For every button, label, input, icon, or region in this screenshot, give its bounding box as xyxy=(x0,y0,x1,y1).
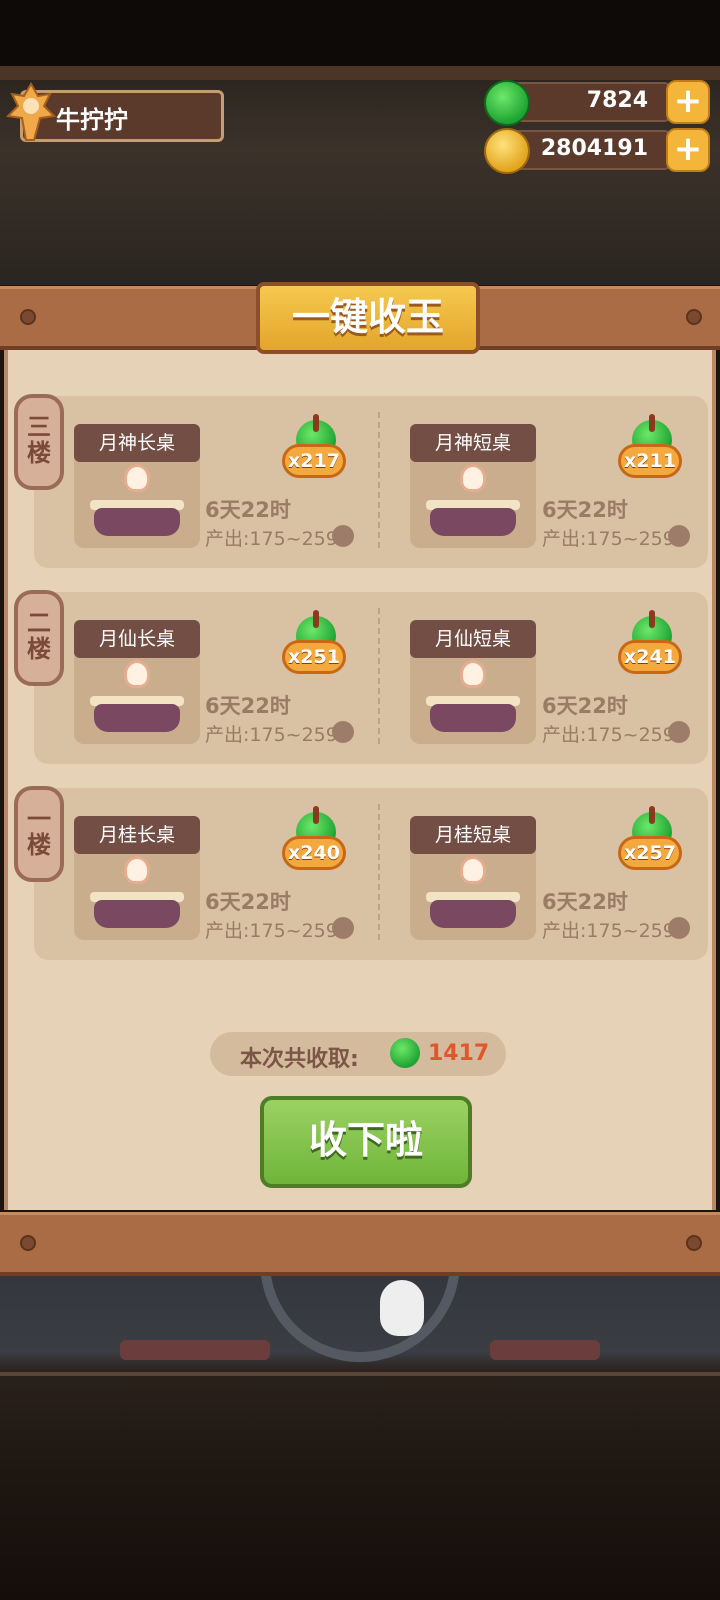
jade-count-badge: x257 xyxy=(618,836,682,870)
nail-icon xyxy=(686,1235,702,1251)
divider xyxy=(378,412,380,548)
output-range: 产出:175~259 xyxy=(542,920,675,942)
jade-count-badge: x241 xyxy=(618,640,682,674)
dialog-title: 一键收玉 xyxy=(256,282,480,354)
jade-balance: 7824 xyxy=(586,88,648,113)
coin-balance: 2804191 xyxy=(540,136,648,161)
remaining-time: 6天22时 xyxy=(205,890,291,914)
remaining-time: 6天22时 xyxy=(542,694,628,718)
ceiling-beam xyxy=(0,66,720,80)
desk-icon xyxy=(94,704,180,732)
desk-name: 月仙长桌 xyxy=(74,620,200,658)
jade-count-badge: x217 xyxy=(282,444,346,478)
add-coin-button[interactable]: + xyxy=(666,128,710,172)
coin-icon xyxy=(484,128,530,174)
output-range: 产出:175~259 xyxy=(542,724,675,746)
shop-table xyxy=(120,1340,270,1360)
coin-icon xyxy=(332,525,354,547)
divider xyxy=(378,608,380,744)
lamp-icon xyxy=(124,464,150,492)
remaining-time: 6天22时 xyxy=(542,498,628,522)
divider xyxy=(378,804,380,940)
total-value: 1417 xyxy=(428,1041,490,1066)
jade-icon xyxy=(390,1038,420,1068)
coin-icon xyxy=(332,721,354,743)
output-range: 产出:175~259 xyxy=(205,528,338,550)
floor-line xyxy=(0,1372,720,1376)
jade-stem xyxy=(313,610,319,628)
nail-icon xyxy=(686,309,702,325)
desk-icon xyxy=(94,508,180,536)
player-name: 牛拧拧 xyxy=(56,106,128,134)
add-jade-button[interactable]: + xyxy=(666,80,710,124)
coin-icon xyxy=(668,917,690,939)
shop-table xyxy=(490,1340,600,1360)
lamp-icon xyxy=(124,856,150,884)
total-label: 本次共收取: xyxy=(240,1047,359,1072)
remaining-time: 6天22时 xyxy=(205,498,291,522)
coin-icon xyxy=(332,917,354,939)
desk-icon xyxy=(94,900,180,928)
remaining-time: 6天22时 xyxy=(542,890,628,914)
jade-stem xyxy=(313,806,319,824)
floor-tag: 一楼 xyxy=(14,786,64,882)
desk-name: 月神长桌 xyxy=(74,424,200,462)
jade-count-badge: x211 xyxy=(618,444,682,478)
lamp-icon xyxy=(460,660,486,688)
player-avatar-icon[interactable] xyxy=(4,82,58,142)
desk-icon xyxy=(430,508,516,536)
nail-icon xyxy=(20,309,36,325)
desk-name: 月桂短桌 xyxy=(410,816,536,854)
desk-icon xyxy=(430,704,516,732)
output-range: 产出:175~259 xyxy=(542,528,675,550)
jade-icon xyxy=(484,80,530,126)
coin-icon xyxy=(668,525,690,547)
desk-name: 月仙短桌 xyxy=(410,620,536,658)
jade-count-badge: x240 xyxy=(282,836,346,870)
dialog-bottom-plank xyxy=(0,1212,720,1276)
lamp-icon xyxy=(460,464,486,492)
floor-tag: 二楼 xyxy=(14,590,64,686)
jade-stem xyxy=(313,414,319,432)
rabbit-character xyxy=(380,1280,424,1336)
coin-icon xyxy=(668,721,690,743)
jade-stem xyxy=(649,610,655,628)
nail-icon xyxy=(20,1235,36,1251)
desk-name: 月神短桌 xyxy=(410,424,536,462)
desk-name: 月桂长桌 xyxy=(74,816,200,854)
floor-tag: 三楼 xyxy=(14,394,64,490)
remaining-time: 6天22时 xyxy=(205,694,291,718)
jade-stem xyxy=(649,806,655,824)
jade-stem xyxy=(649,414,655,432)
output-range: 产出:175~259 xyxy=(205,920,338,942)
collect-button[interactable]: 收下啦 xyxy=(260,1096,472,1188)
lamp-icon xyxy=(124,660,150,688)
jade-count-badge: x251 xyxy=(282,640,346,674)
desk-icon xyxy=(430,900,516,928)
lamp-icon xyxy=(460,856,486,884)
output-range: 产出:175~259 xyxy=(205,724,338,746)
